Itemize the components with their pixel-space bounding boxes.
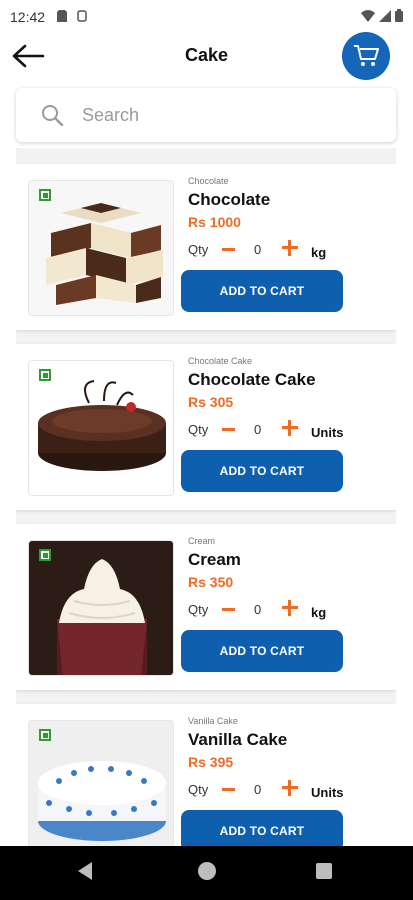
qty-value: 0 [254,422,262,437]
search-bar[interactable] [16,88,396,142]
product-image [28,180,174,316]
search-icon [42,105,64,127]
nav-recents-icon[interactable] [316,863,332,879]
add-to-cart-button[interactable]: ADD TO CART [181,810,343,848]
status-time: 12:42 [10,9,46,25]
product-name: Cream [188,550,241,569]
product-card: Cream Cream Rs 350 Qty 0 kg ADD TO CART [16,524,396,690]
product-list: Chocolate Chocolate Rs 1000 Qty 0 kg ADD… [16,148,396,848]
qty-unit: Units [311,785,344,800]
increase-qty-button[interactable] [280,778,300,798]
product-price: Rs 350 [188,574,234,590]
product-price: Rs 395 [188,754,234,770]
product-category: Chocolate [188,176,229,186]
qty-unit: kg [311,245,327,260]
product-name: Chocolate Cake [188,370,316,389]
product-card: Vanilla Cake Vanilla Cake Rs 395 Qty 0 U… [16,704,396,848]
search-input[interactable] [82,104,362,126]
wifi-icon [361,9,375,25]
nav-back-icon[interactable] [78,862,92,880]
qty-label: Qty [188,602,209,617]
product-category: Chocolate Cake [188,356,253,366]
product-image [28,540,174,676]
cart-icon [354,45,379,66]
system-nav-bar [0,846,413,900]
sd-card-icon [57,9,68,25]
cart-button[interactable] [342,32,390,80]
sync-icon [77,9,87,25]
decrease-qty-button[interactable] [220,240,238,258]
battery-icon [395,9,403,25]
product-category: Vanilla Cake [188,716,238,726]
chocolate-pieces-image [29,181,173,315]
veg-icon [39,729,51,741]
qty-value: 0 [254,782,262,797]
product-price: Rs 305 [188,394,234,410]
product-image [28,720,174,848]
increase-qty-button[interactable] [280,418,300,438]
chocolate-cake-image [29,361,173,495]
decrease-qty-button[interactable] [220,420,238,438]
add-to-cart-button[interactable]: ADD TO CART [181,450,343,492]
add-to-cart-button[interactable]: ADD TO CART [181,270,343,312]
signal-icon [379,9,391,25]
nav-home-icon[interactable] [198,862,216,880]
cream-dessert-image [29,541,173,675]
veg-icon [39,189,51,201]
qty-label: Qty [188,422,209,437]
qty-value: 0 [254,242,262,257]
qty-unit: kg [311,605,327,620]
qty-unit: Units [311,425,344,440]
decrease-qty-button[interactable] [220,600,238,618]
product-card: Chocolate Cake Chocolate Cake Rs 305 Qty… [16,344,396,510]
decrease-qty-button[interactable] [220,780,238,798]
product-name: Vanilla Cake [188,730,288,749]
increase-qty-button[interactable] [280,598,300,618]
product-price: Rs 1000 [188,214,241,230]
product-name: Chocolate [188,190,271,209]
product-card: Chocolate Chocolate Rs 1000 Qty 0 kg ADD… [16,164,396,330]
qty-label: Qty [188,782,209,797]
product-category: Cream [188,536,216,546]
increase-qty-button[interactable] [280,238,300,258]
qty-label: Qty [188,242,209,257]
veg-icon [39,549,51,561]
veg-icon [39,369,51,381]
qty-value: 0 [254,602,262,617]
product-image [28,360,174,496]
add-to-cart-button[interactable]: ADD TO CART [181,630,343,672]
